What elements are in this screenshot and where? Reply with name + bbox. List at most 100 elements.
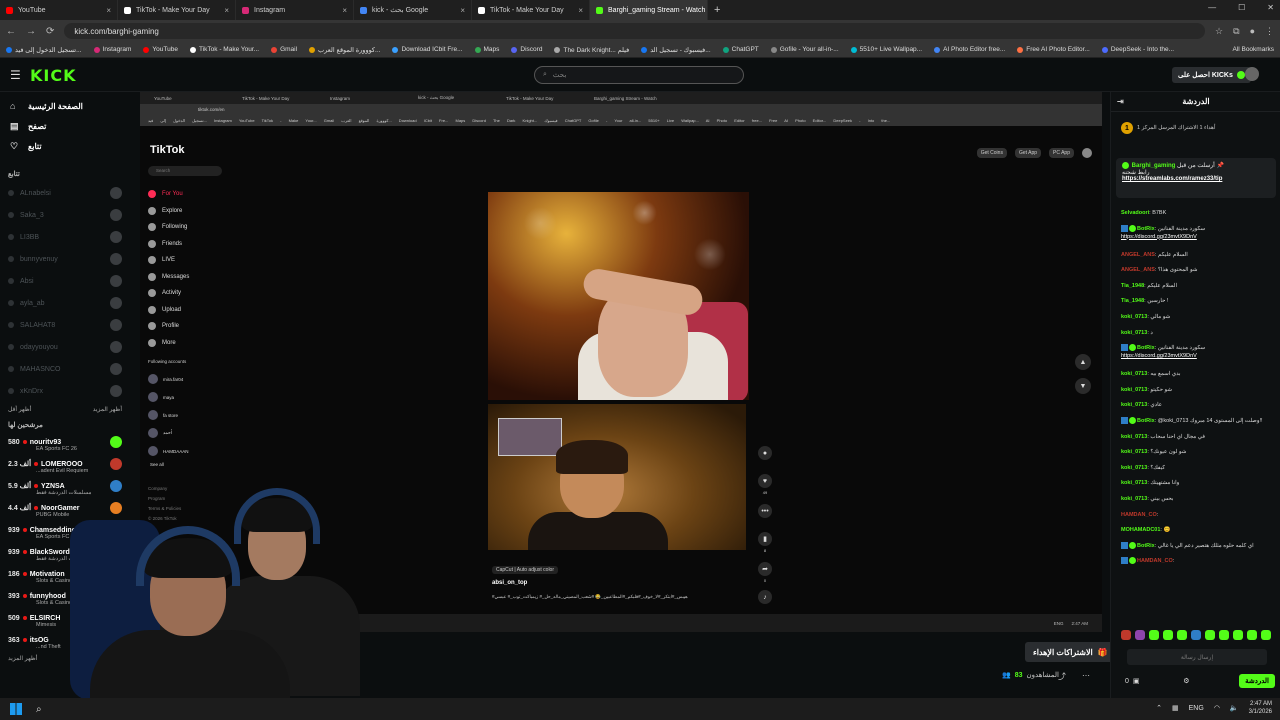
bookmark-item[interactable]: The Dark Knight... فيلم: [554, 46, 629, 54]
chat-username[interactable]: BotRix: [1137, 418, 1155, 424]
wifi-icon[interactable]: ◠: [1214, 704, 1220, 712]
chat-username[interactable]: koki_0713: [1121, 434, 1147, 440]
bookmark-item[interactable]: تسجيل الدخول إلى فيد...: [6, 46, 82, 54]
chat-username[interactable]: koki_0713: [1121, 314, 1147, 320]
emote-icon[interactable]: [1191, 630, 1201, 640]
chat-username[interactable]: BotRix: [1137, 345, 1155, 351]
collapse-chat-icon[interactable]: ⇥: [1117, 97, 1124, 106]
close-icon[interactable]: ✕: [1267, 3, 1274, 12]
following-item[interactable]: ALnabelsi: [0, 182, 130, 204]
bookmark-item[interactable]: TikTok - Make Your...: [189, 46, 259, 53]
gift-subs-button[interactable]: الاشتراكات الإهداء 🎁: [1025, 642, 1116, 662]
forward-icon[interactable]: →: [26, 26, 36, 37]
star-icon[interactable]: ☆: [1215, 26, 1223, 37]
following-item[interactable]: odayyouyou: [0, 336, 130, 358]
send-chat-button[interactable]: الدردشة: [1239, 674, 1275, 688]
following-item[interactable]: Saka_3: [0, 204, 130, 226]
chat-input[interactable]: إرسال رسالة: [1127, 649, 1267, 665]
emote-icon[interactable]: [1121, 630, 1131, 640]
close-tab-icon[interactable]: ×: [578, 6, 583, 15]
bookmark-item[interactable]: Maps: [474, 46, 499, 53]
chat-username[interactable]: koki_0713: [1121, 496, 1147, 502]
bookmark-item[interactable]: Discord: [511, 46, 542, 53]
chat-username[interactable]: Tia_1948: [1121, 283, 1144, 289]
emote-icon[interactable]: [1135, 630, 1145, 640]
chat-username[interactable]: ANGEL_ANS: [1121, 252, 1155, 258]
reload-icon[interactable]: ⟳: [46, 26, 54, 37]
chat-username[interactable]: koki_0713: [1121, 371, 1147, 377]
sidebar-nav-item[interactable]: ♡ تتابع: [0, 136, 130, 156]
bookmark-item[interactable]: كووورة الموقع العرب...: [309, 46, 380, 54]
browser-tab[interactable]: Instagram ×: [236, 0, 354, 20]
chat-username[interactable]: BotRix: [1137, 543, 1155, 549]
points-icon[interactable]: ▣: [1133, 677, 1140, 685]
search-icon[interactable]: ⌕: [36, 704, 42, 715]
close-tab-icon[interactable]: ×: [342, 6, 347, 15]
chat-username[interactable]: MOHAMADC01: [1121, 527, 1160, 533]
chat-username[interactable]: Tia_1948: [1121, 298, 1144, 304]
emote-icon[interactable]: [1247, 630, 1257, 640]
sidebar-nav-item[interactable]: ▤ تصفح: [0, 116, 130, 136]
more-options-icon[interactable]: ⋯: [1082, 671, 1090, 680]
chevron-up-icon[interactable]: ⌃: [1156, 704, 1162, 712]
language-indicator[interactable]: ENG: [1189, 705, 1204, 712]
kick-logo[interactable]: KICK: [30, 66, 77, 85]
search-input[interactable]: ⌕ بحث: [534, 66, 744, 84]
windows-start-icon[interactable]: [10, 703, 22, 715]
new-tab-icon[interactable]: +: [708, 4, 726, 16]
settings-icon[interactable]: ⚙: [1183, 677, 1189, 685]
chat-username[interactable]: koki_0713: [1121, 402, 1147, 408]
following-item[interactable]: LI3BB: [0, 226, 130, 248]
network-icon[interactable]: ▦: [1172, 704, 1179, 712]
show-less-link[interactable]: أظهر أقل: [8, 406, 31, 413]
share-icon[interactable]: ⤴: [1058, 671, 1066, 682]
bookmark-item[interactable]: Gmail: [271, 46, 297, 53]
bookmark-item[interactable]: Download ICbit Fre...: [392, 46, 463, 53]
chat-username[interactable]: ANGEL_ANS: [1121, 267, 1155, 273]
close-tab-icon[interactable]: ×: [224, 6, 229, 15]
get-kicks-button[interactable]: احصل على KICKs: [1172, 67, 1251, 83]
emote-icon[interactable]: [1177, 630, 1187, 640]
emote-icon[interactable]: [1163, 630, 1173, 640]
minimize-icon[interactable]: —: [1208, 3, 1216, 12]
clock[interactable]: 2:47 AM 3/1/2026: [1249, 700, 1272, 716]
bookmark-item[interactable]: 5510+ Live Wallpap...: [850, 46, 922, 53]
emote-icon[interactable]: [1205, 630, 1215, 640]
chat-link[interactable]: https://discord.gg/23mvtX9DnV: [1121, 353, 1197, 359]
bookmark-item[interactable]: Free AI Photo Editor...: [1017, 46, 1090, 53]
browser-tab[interactable]: YouTube ×: [0, 0, 118, 20]
chat-username[interactable]: koki_0713: [1121, 387, 1147, 393]
chat-username[interactable]: koki_0713: [1121, 449, 1147, 455]
browser-tab[interactable]: TikTok - Make Your Day ×: [118, 0, 236, 20]
chat-username[interactable]: koki_0713: [1121, 465, 1147, 471]
profile-icon[interactable]: ●: [1250, 26, 1255, 37]
bookmark-item[interactable]: فيسبوك - تسجيل الد...: [641, 46, 711, 54]
pinned-link[interactable]: https://streamlabs.com/ramez33/tip: [1122, 176, 1222, 182]
browser-tab[interactable]: kick - بحث Google ×: [354, 0, 472, 20]
recommended-item[interactable]: 580 nouritv93 EA Sports FC 26: [0, 431, 130, 453]
close-tab-icon[interactable]: ×: [460, 6, 465, 15]
url-field[interactable]: kick.com/barghi-gaming: [64, 23, 1206, 39]
following-item[interactable]: xKnDrx: [0, 380, 130, 402]
following-item[interactable]: bunnyvenuy: [0, 248, 130, 270]
menu-icon[interactable]: ⋮: [1265, 26, 1274, 37]
emote-icon[interactable]: [1149, 630, 1159, 640]
sidebar-nav-item[interactable]: ⌂ الصفحة الرئيسية: [0, 96, 130, 116]
following-item[interactable]: Absi: [0, 270, 130, 292]
bookmark-item[interactable]: Instagram: [93, 46, 131, 53]
volume-icon[interactable]: 🔈: [1230, 704, 1239, 712]
following-item[interactable]: ayla_ab: [0, 292, 130, 314]
bookmark-item[interactable]: Gofile - Your all-in-...: [770, 46, 839, 53]
extensions-icon[interactable]: ⧉: [1233, 26, 1239, 37]
menu-icon[interactable]: ☰: [10, 68, 21, 82]
chat-username[interactable]: HAMDAN_CO: [1121, 512, 1157, 518]
all-bookmarks[interactable]: All Bookmarks: [1232, 46, 1274, 53]
chat-username[interactable]: BotRix: [1137, 226, 1155, 232]
chat-username[interactable]: koki_0713: [1121, 480, 1147, 486]
back-icon[interactable]: ←: [6, 26, 16, 37]
bookmark-item[interactable]: DeepSeek - Into the...: [1101, 46, 1174, 53]
user-avatar[interactable]: [1245, 67, 1259, 81]
bookmark-item[interactable]: AI Photo Editor free...: [934, 46, 1005, 53]
emote-icon[interactable]: [1261, 630, 1271, 640]
close-tab-icon[interactable]: ×: [106, 6, 111, 15]
